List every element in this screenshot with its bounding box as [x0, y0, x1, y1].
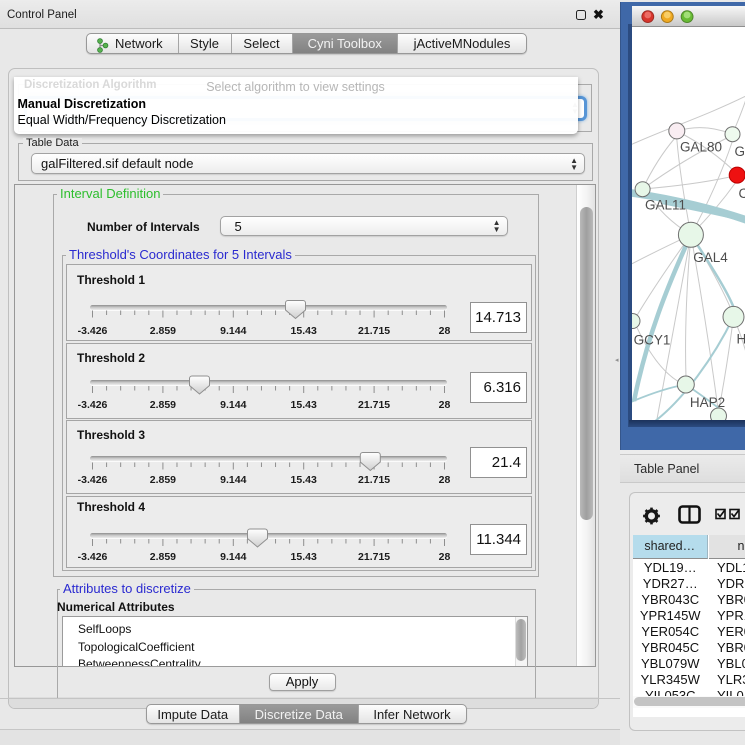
- svg-text:HA: HA: [736, 332, 745, 347]
- svg-text:HAP2: HAP2: [689, 395, 724, 410]
- svg-text:GCY1: GCY1: [633, 333, 670, 348]
- svg-text:CY: CY: [738, 186, 745, 201]
- svg-text:GAL80: GAL80: [679, 139, 721, 154]
- svg-text:GAL11: GAL11: [644, 198, 685, 213]
- svg-text:GA: GA: [734, 144, 745, 159]
- svg-text:GAL4: GAL4: [693, 250, 728, 265]
